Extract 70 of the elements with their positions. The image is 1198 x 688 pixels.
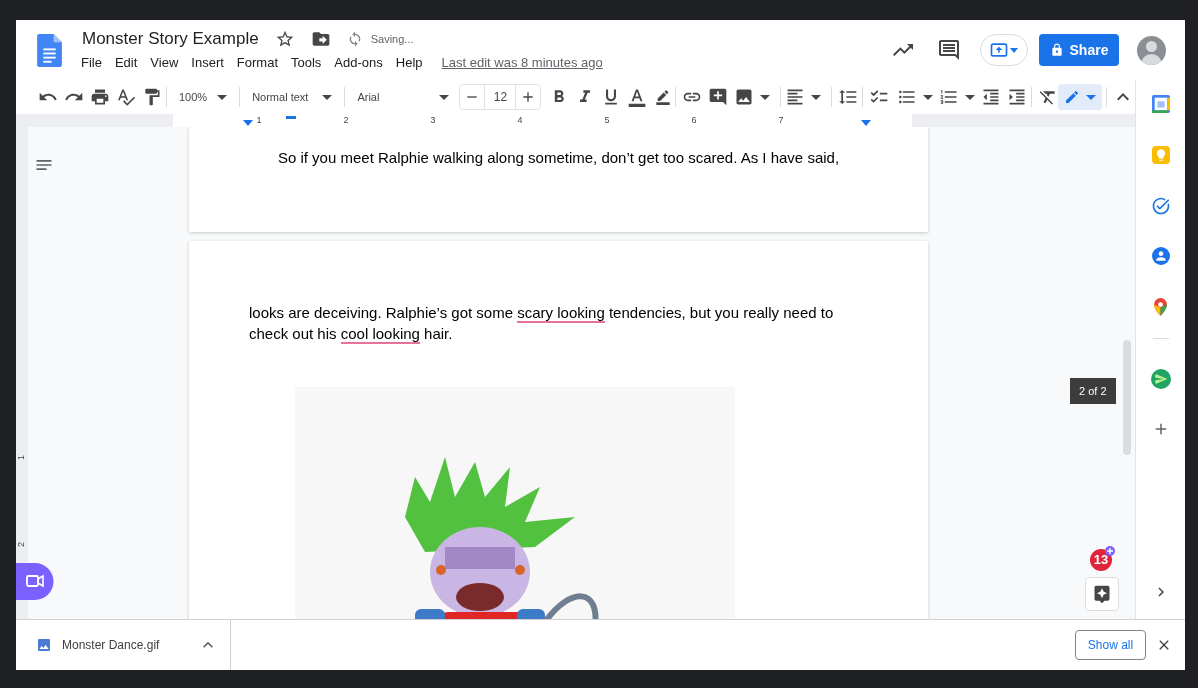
align-left-icon[interactable] (785, 87, 806, 107)
paint-format-icon[interactable] (142, 87, 162, 107)
explore-button[interactable] (1085, 577, 1119, 611)
document-title[interactable]: Monster Story Example (82, 27, 259, 50)
ruler-number: 1 (17, 455, 27, 460)
ruler-number: 4 (516, 116, 524, 125)
editing-mode-button[interactable] (1058, 84, 1103, 110)
line-spacing-icon[interactable] (838, 87, 859, 107)
spellcheck-icon[interactable] (116, 87, 136, 107)
file-icon (36, 637, 52, 653)
dropdown-caret-icon (923, 94, 934, 100)
menu-item[interactable]: Insert (191, 52, 224, 73)
map-pin-icon[interactable] (1154, 298, 1167, 316)
scrollbar[interactable] (1123, 340, 1131, 455)
dropdown-caret-icon (217, 94, 228, 100)
paper-plane-icon[interactable] (1150, 369, 1171, 389)
docs-logo-icon[interactable] (37, 33, 62, 67)
ruler-number: 3 (429, 116, 437, 125)
last-edit-link[interactable]: Last edit was 8 minutes ago (441, 52, 603, 73)
menu-item[interactable]: Add-ons (334, 52, 383, 73)
indent-increase-icon[interactable] (1007, 87, 1028, 107)
menu-item[interactable]: Edit (114, 52, 138, 73)
menu-item[interactable]: View (150, 52, 179, 73)
video-call-button[interactable] (16, 563, 54, 600)
numbered-list-icon[interactable] (939, 87, 960, 107)
dropdown-caret-icon (439, 94, 450, 100)
notification-badge[interactable]: 13 (1090, 549, 1112, 571)
show-all-button[interactable]: Show all (1075, 630, 1146, 660)
menu-item[interactable]: Help (395, 52, 423, 73)
paragraph: So if you meet Ralphie walking along sometime, don’t get too scared. As I have said, (276, 148, 841, 168)
dropdown-caret-icon (965, 94, 976, 100)
ruler-number: 2 (17, 542, 27, 547)
tasks-icon[interactable] (1150, 196, 1171, 216)
ruler-number: 2 (342, 116, 350, 125)
ruler-number: 5 (603, 116, 611, 125)
image-icon[interactable] (734, 87, 755, 107)
menu-item[interactable]: File (81, 52, 102, 73)
lock-icon (1049, 43, 1064, 57)
paragraph: looks are deceiving. Ralphie’s got some scary looking tendencies, but you really need to check out his cool looking hair. (249, 303, 835, 344)
first-line-indent-marker[interactable] (286, 116, 296, 119)
style-dropdown[interactable]: Normal text (244, 88, 341, 106)
menu-item[interactable]: Tools (291, 52, 322, 73)
dropdown-caret-icon (811, 94, 822, 100)
font-dropdown[interactable]: Arial (349, 88, 458, 106)
avatar[interactable] (1137, 35, 1166, 65)
zoom-dropdown[interactable]: 100% (171, 88, 236, 106)
share-button[interactable]: Share (1039, 34, 1119, 66)
dropdown-caret-icon (1009, 45, 1019, 55)
print-icon[interactable] (90, 87, 110, 107)
indent-decrease-icon[interactable] (981, 87, 1002, 107)
pencil-icon (1064, 89, 1081, 105)
save-status: Saving... (370, 31, 414, 47)
page-indicator-tooltip: 2 of 2 (1070, 378, 1116, 404)
add-badge-icon (1105, 546, 1115, 556)
sparkle-icon (1092, 584, 1112, 604)
ruler-number: 6 (690, 116, 698, 125)
present-icon (989, 40, 1009, 60)
dropdown-caret-icon (760, 94, 771, 100)
dropdown-caret-icon (1086, 94, 1097, 100)
contacts-icon[interactable] (1151, 247, 1170, 265)
add-comment-icon[interactable] (708, 87, 729, 107)
ruler-number: 1 (255, 116, 263, 125)
menu-item[interactable]: Format (236, 52, 278, 73)
text-color-icon[interactable] (627, 87, 648, 107)
dropdown-caret-icon (322, 94, 333, 100)
download-file-name[interactable]: Monster Dance.gif (62, 636, 160, 654)
comment-icon[interactable] (937, 38, 961, 62)
ruler-number: 7 (777, 116, 785, 125)
highlighter-icon[interactable] (655, 89, 672, 105)
calendar-icon[interactable] (1151, 95, 1170, 113)
